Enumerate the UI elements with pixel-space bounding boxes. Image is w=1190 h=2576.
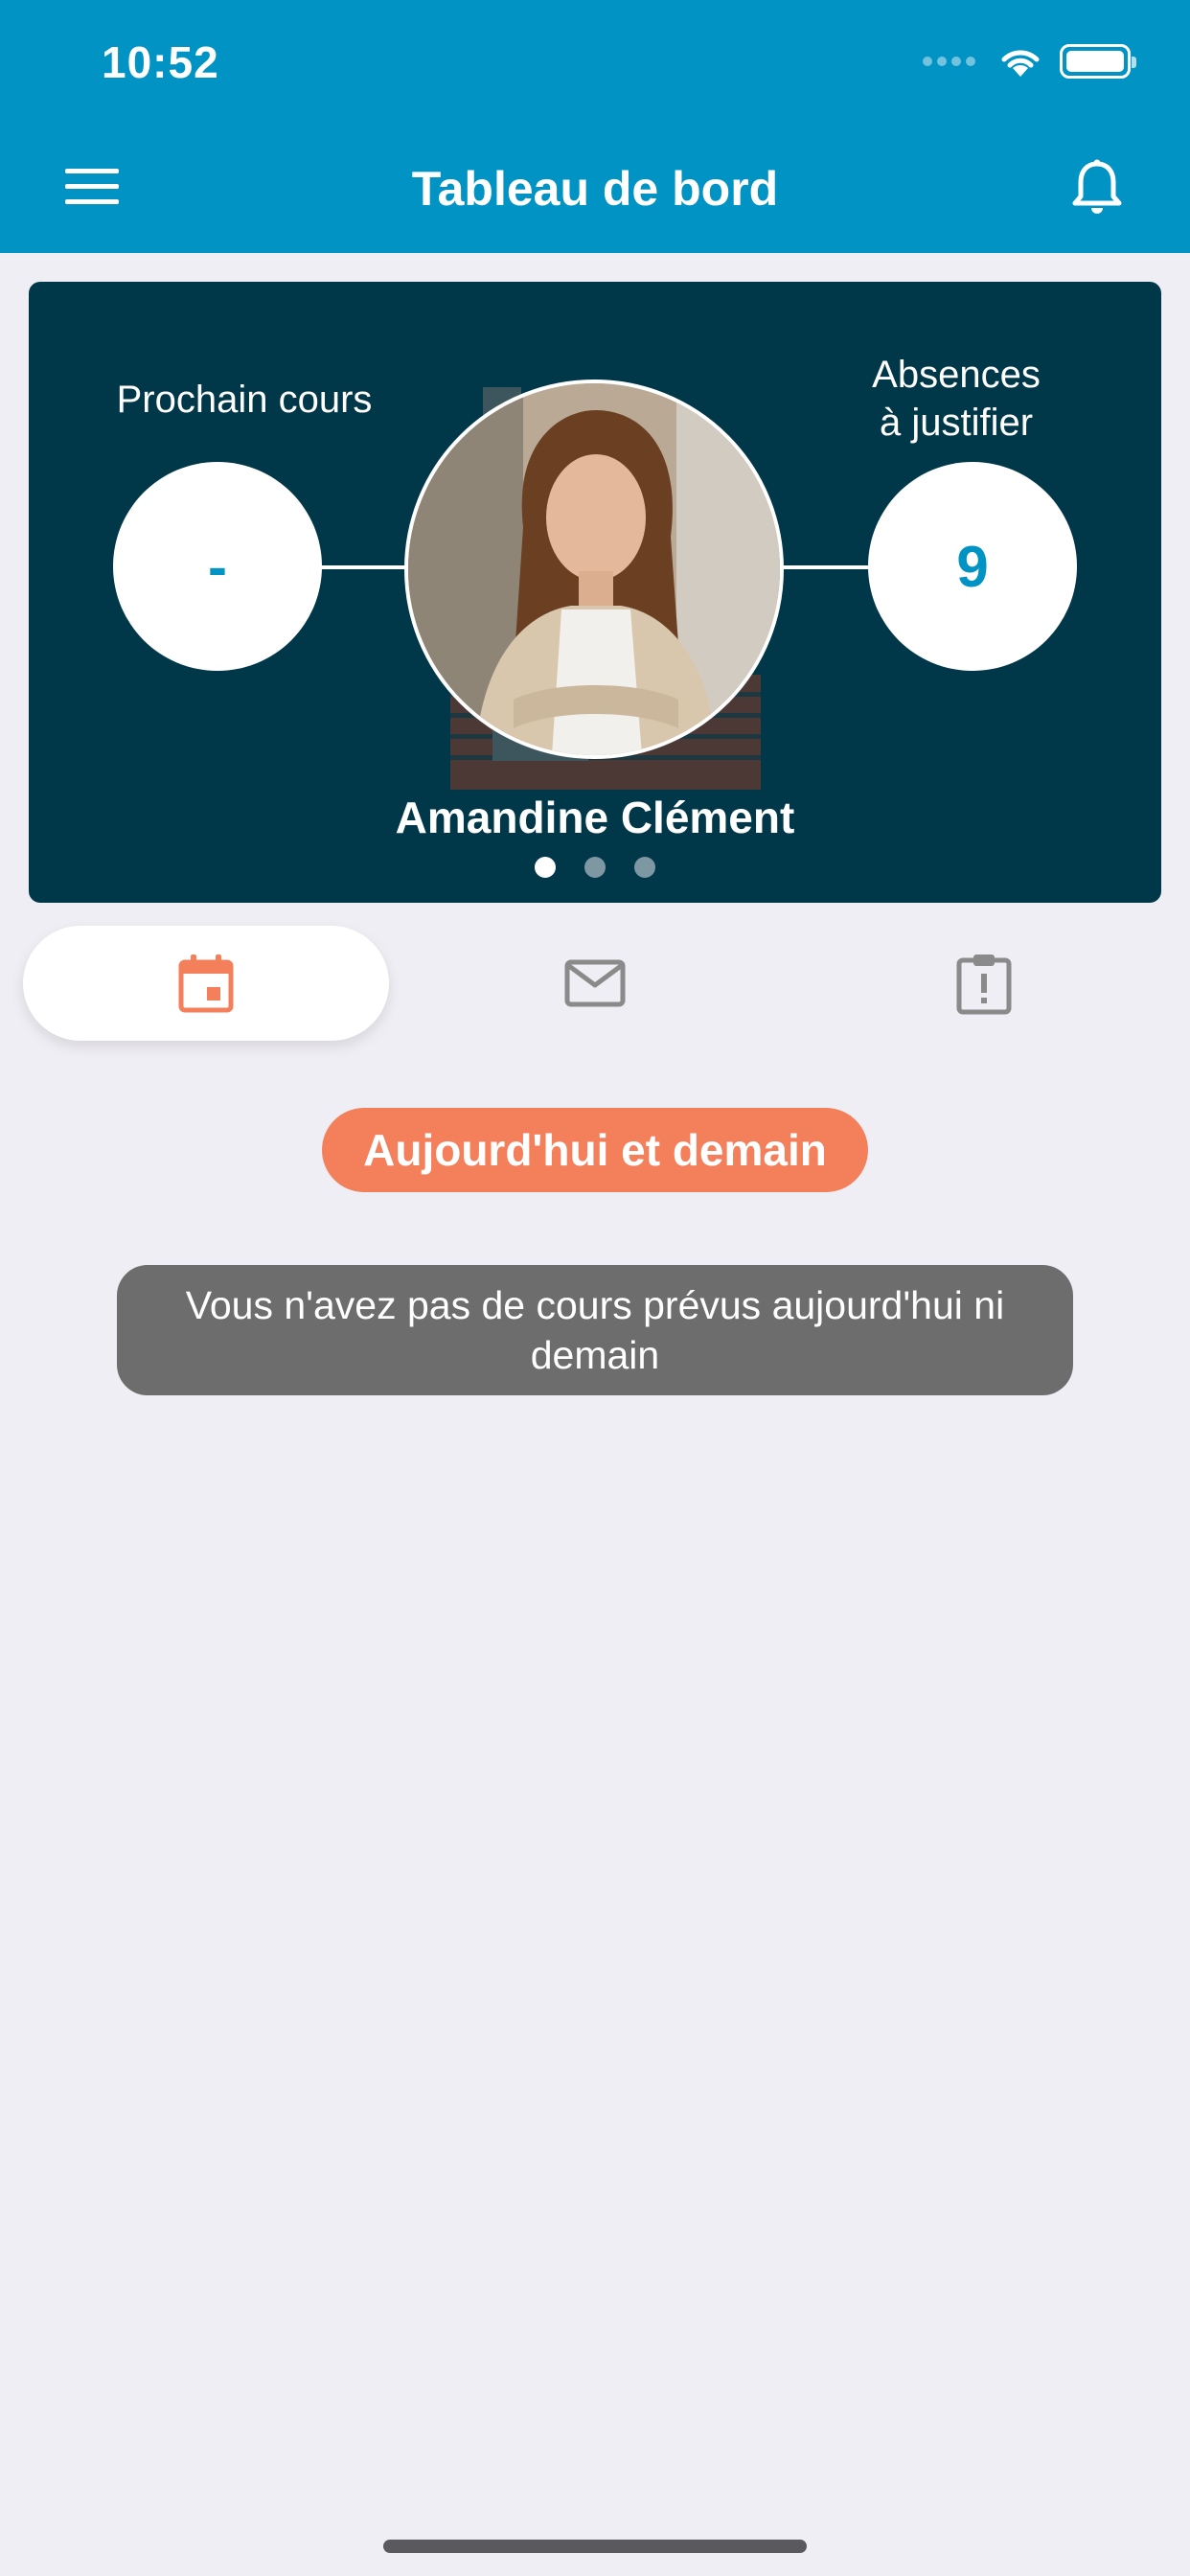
- tab-agenda[interactable]: [23, 926, 389, 1041]
- student-portrait: [408, 383, 780, 755]
- next-course-label: Prochain cours: [116, 379, 373, 421]
- calendar-icon: [178, 954, 234, 1013]
- mail-icon: [564, 959, 626, 1007]
- empty-state-message: Vous n'avez pas de cours prévus aujourd'…: [117, 1265, 1073, 1395]
- next-course-value[interactable]: -: [113, 462, 322, 671]
- wifi-icon: [1001, 50, 1040, 77]
- connector-left: [316, 565, 408, 569]
- pager-dot-2[interactable]: [584, 857, 606, 878]
- profile-card[interactable]: Prochain cours Absences à justifier - 9: [29, 282, 1161, 903]
- absences-label: Absences à justifier: [812, 351, 1100, 447]
- status-icons: [923, 44, 1136, 79]
- status-time: 10:52: [102, 37, 219, 87]
- section-label-today-tomorrow: Aujourd'hui et demain: [322, 1108, 868, 1192]
- page-title: Tableau de bord: [411, 162, 779, 216]
- connector-right: [780, 565, 872, 569]
- bell-icon: [1072, 159, 1122, 214]
- tab-bar: [0, 926, 1190, 1043]
- student-name: Amandine Clément: [395, 793, 795, 842]
- avatar: [404, 380, 784, 759]
- top-bar: 10:52 Tableau de bord: [0, 0, 1190, 253]
- absences-label-line2: à justifier: [879, 402, 1034, 444]
- home-indicator[interactable]: [383, 2540, 807, 2553]
- carousel-pager[interactable]: [29, 857, 1161, 878]
- battery-icon: [1060, 44, 1136, 79]
- tab-absences[interactable]: [801, 926, 1167, 1041]
- pager-dot-1[interactable]: [535, 857, 556, 878]
- clipboard-alert-icon: [956, 954, 1012, 1015]
- app-screen: 10:52 Tableau de bord Prochain cours Abs…: [0, 0, 1190, 2576]
- notifications-button[interactable]: [1064, 155, 1131, 222]
- cellular-signal-icon: [923, 57, 975, 66]
- pager-dot-3[interactable]: [634, 857, 655, 878]
- absences-count[interactable]: 9: [868, 462, 1077, 671]
- absences-label-line1: Absences: [872, 354, 1041, 396]
- tab-messages[interactable]: [412, 926, 778, 1041]
